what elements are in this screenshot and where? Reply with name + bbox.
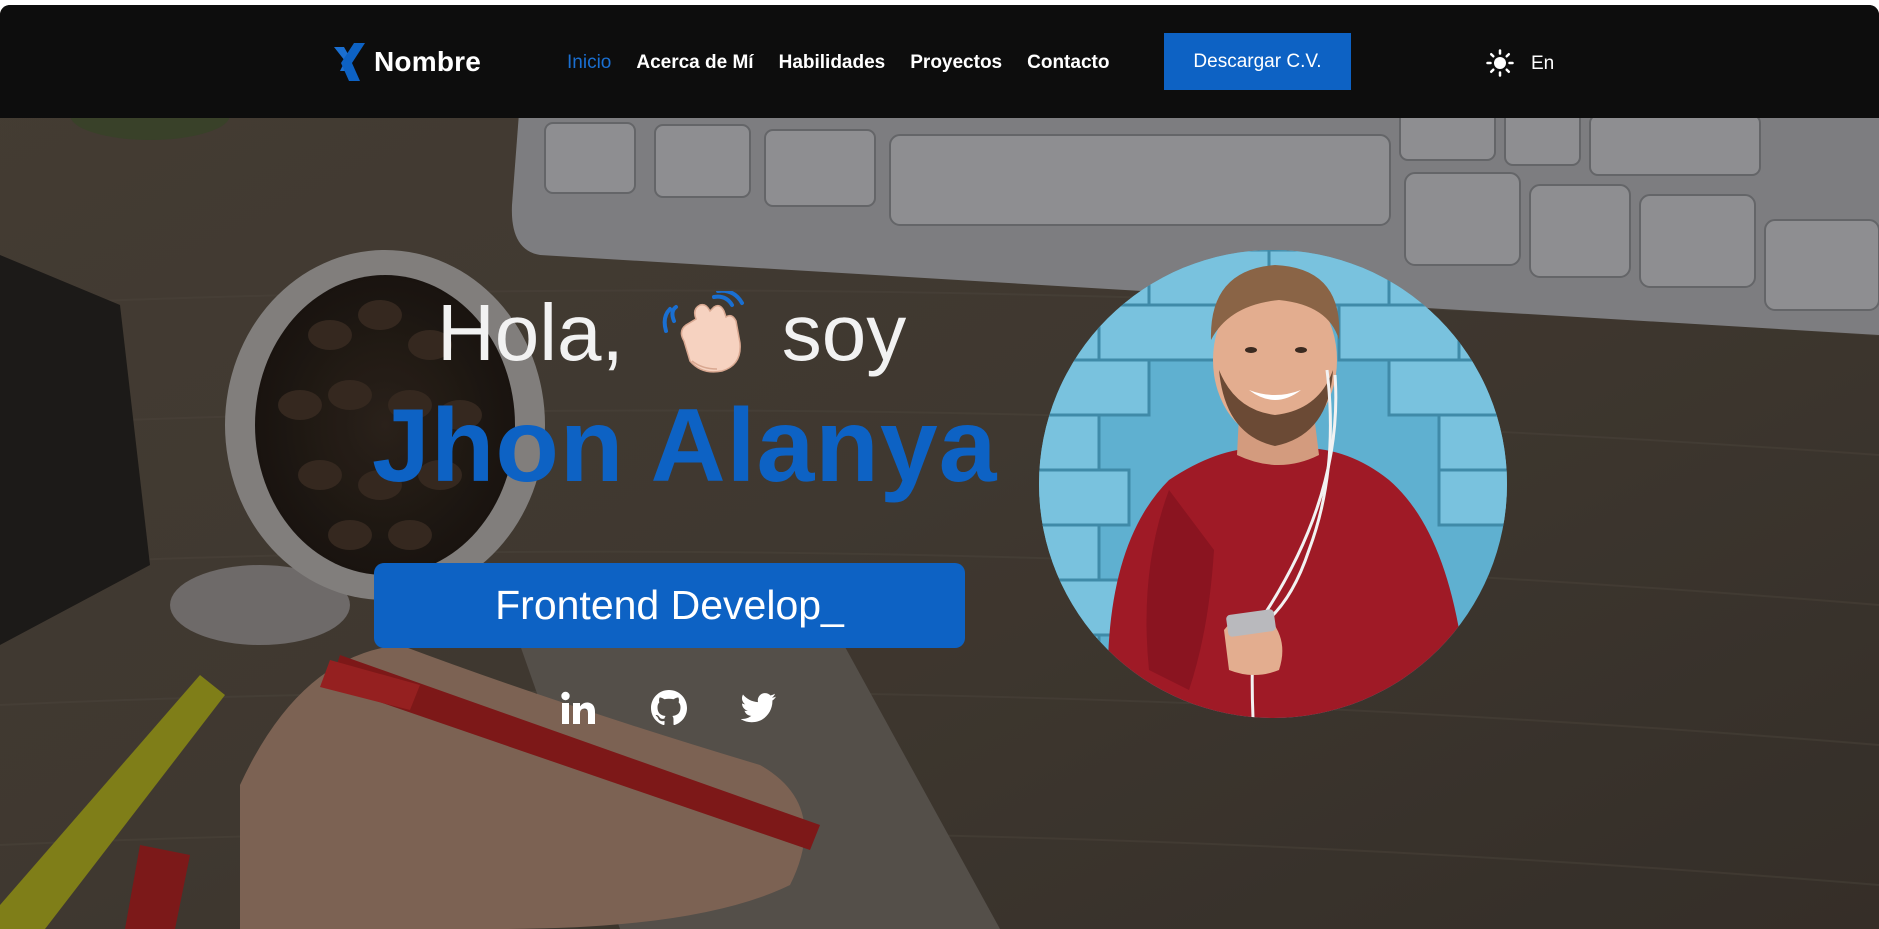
twitter-icon[interactable] (738, 687, 780, 729)
hero-greeting: Hola, soy (437, 287, 906, 379)
social-links (558, 687, 828, 729)
github-icon[interactable] (648, 687, 690, 729)
x-brand-logo-icon (332, 41, 368, 83)
greeting-hola: Hola, (437, 288, 624, 377)
main-nav: Inicio Acerca de Mí Habilidades Proyecto… (567, 52, 1134, 74)
site-header: Nombre Inicio Acerca de Mí Habilidades P… (0, 5, 1879, 118)
waving-hand-icon (662, 288, 750, 375)
nav-link-acerca[interactable]: Acerca de Mí (636, 52, 753, 74)
download-cv-button[interactable]: Descargar C.V. (1164, 33, 1351, 90)
linkedin-icon[interactable] (558, 687, 600, 729)
nav-link-contacto[interactable]: Contacto (1027, 52, 1109, 74)
sun-icon[interactable] (1486, 49, 1514, 77)
page-frame: Nombre Inicio Acerca de Mí Habilidades P… (0, 5, 1879, 929)
nav-link-proyectos[interactable]: Proyectos (910, 52, 1002, 74)
role-badge: Frontend Develop_ (374, 563, 965, 648)
profile-photo (1039, 250, 1507, 718)
nav-link-inicio[interactable]: Inicio (567, 52, 611, 74)
language-toggle[interactable]: En (1531, 53, 1554, 75)
brand[interactable]: Nombre (332, 41, 481, 83)
nav-link-habilidades[interactable]: Habilidades (779, 52, 886, 74)
brand-name: Nombre (374, 46, 481, 77)
hero-name: Jhon Alanya (372, 388, 998, 504)
greeting-soy: soy (781, 288, 907, 377)
